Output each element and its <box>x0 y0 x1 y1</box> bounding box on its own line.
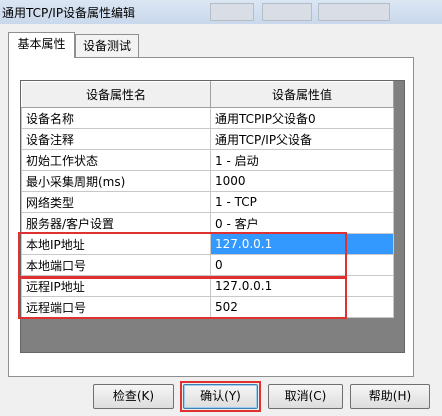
cancel-button[interactable]: 取消(C) <box>268 384 343 409</box>
property-value[interactable]: 1 - 启动 <box>210 149 394 171</box>
property-value[interactable]: 1 - TCP <box>210 191 394 213</box>
property-value[interactable]: 1000 <box>210 170 394 192</box>
window-title: 通用TCP/IP设备属性编辑 <box>2 6 136 20</box>
table-row[interactable]: 初始工作状态 1 - 启动 <box>21 149 394 171</box>
title-bar: 通用TCP/IP设备属性编辑 <box>0 0 442 24</box>
table-header-row: 设备属性名 设备属性值 <box>21 81 394 108</box>
check-button-label: 检查(K) <box>112 389 155 403</box>
highlight-remote-address <box>18 277 347 319</box>
property-name: 服务器/客户设置 <box>21 212 211 234</box>
tab-device-test[interactable]: 设备测试 <box>75 34 139 57</box>
table-row[interactable]: 设备注释 通用TCP/IP父设备 <box>21 128 394 150</box>
property-name: 初始工作状态 <box>21 149 211 171</box>
tab-basic-properties[interactable]: 基本属性 <box>8 32 75 58</box>
title-bar-control[interactable] <box>318 3 390 21</box>
property-value[interactable]: 0 - 客户 <box>210 212 394 234</box>
highlight-confirm-button <box>180 381 261 412</box>
check-button[interactable]: 检查(K) <box>93 384 174 409</box>
table-row[interactable]: 服务器/客户设置 0 - 客户 <box>21 212 394 234</box>
title-bar-control[interactable] <box>210 3 254 21</box>
table-row[interactable]: 最小采集周期(ms) 1000 <box>21 170 394 192</box>
property-name: 设备注释 <box>21 128 211 150</box>
property-name: 最小采集周期(ms) <box>21 170 211 192</box>
tab-device-test-label: 设备测试 <box>82 39 131 53</box>
help-button[interactable]: 帮助(H) <box>350 384 430 409</box>
property-value[interactable]: 通用TCP/IP父设备 <box>210 128 394 150</box>
column-header-name[interactable]: 设备属性名 <box>21 81 211 108</box>
cancel-button-label: 取消(C) <box>284 389 327 403</box>
highlight-local-address <box>18 232 347 278</box>
table-row[interactable]: 网络类型 1 - TCP <box>21 191 394 213</box>
property-name: 设备名称 <box>21 107 211 129</box>
table-row[interactable]: 设备名称 通用TCPIP父设备0 <box>21 107 394 129</box>
tab-basic-properties-label: 基本属性 <box>17 37 66 51</box>
column-header-value[interactable]: 设备属性值 <box>210 81 394 108</box>
property-value[interactable]: 通用TCPIP父设备0 <box>210 107 394 129</box>
help-button-label: 帮助(H) <box>368 389 412 403</box>
property-name: 网络类型 <box>21 191 211 213</box>
title-bar-control[interactable] <box>262 3 312 21</box>
